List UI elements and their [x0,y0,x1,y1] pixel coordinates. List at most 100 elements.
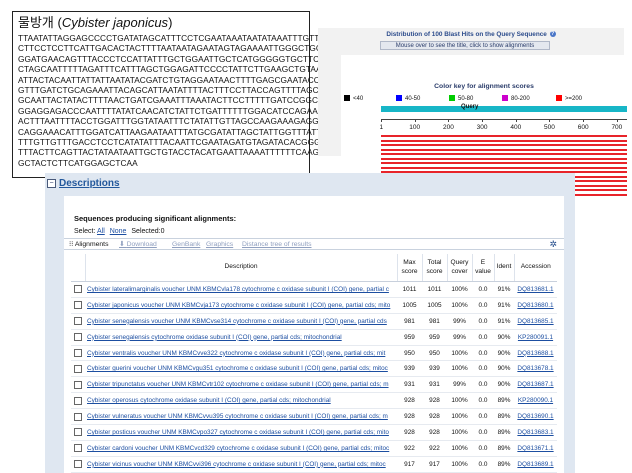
e-value-cell: 0.0 [472,456,494,473]
legend-item: 40-50 [396,95,420,103]
max-score-cell[interactable]: 1011 [397,281,422,298]
select-none-link[interactable]: None [110,228,127,235]
row-checkbox[interactable] [74,333,82,342]
total-score-cell: 928 [422,408,447,426]
row-checkbox[interactable] [74,444,82,453]
max-score-cell[interactable]: 939 [397,360,422,378]
header-ident[interactable]: Ident [493,254,514,282]
sequence-line: TTAATATTAGGAGCCCCTGATATAGCATTTCCTCGAATAA… [18,33,341,43]
accession-cell: DQ813678.1 [514,360,557,378]
description-link[interactable]: Cybister senegalensis voucher UNM KBMCvs… [87,318,387,325]
accession-link[interactable]: KP280090.1 [518,397,553,404]
ident-cell: 91% [494,281,514,298]
header-e-value[interactable]: E value [471,254,494,282]
description-link[interactable]: Cybister ventralis voucher UNM KBMCvve32… [87,350,385,357]
ident-cell: 89% [494,456,514,473]
description-link[interactable]: Cybister senegalensis cytochrome oxidase… [87,334,342,341]
max-score-cell[interactable]: 917 [397,456,422,473]
descriptions-header[interactable]: − Descriptions [45,176,120,190]
row-checkbox[interactable] [74,380,82,389]
sequence-line: GCTACTCTTCATGGAGCTCAA [18,157,138,168]
descriptions-title[interactable]: Descriptions [59,178,120,189]
description-link[interactable]: Cybister guerini voucher UNM KBMCvgu351 … [87,365,388,372]
total-score-cell: 928 [422,424,447,441]
accession-link[interactable]: DQ813683.1 [517,429,553,436]
row-checkbox[interactable] [74,412,82,421]
hit-bar[interactable] [381,153,627,156]
header-description[interactable]: Description [84,254,397,282]
row-checkbox[interactable] [74,428,82,437]
accession-link[interactable]: DQ813689.1 [517,461,553,468]
header-checkbox-col [71,254,85,282]
row-checkbox[interactable] [74,460,82,469]
row-checkbox[interactable] [74,285,82,294]
max-score-cell[interactable]: 928 [397,408,422,426]
hit-bar[interactable] [381,139,627,142]
help-icon[interactable]: ? [549,31,556,38]
description-link[interactable]: Cybister cardoni voucher UNM KBMCvcd329 … [87,445,389,452]
max-score-cell[interactable]: 931 [397,376,422,394]
genbank-link[interactable]: GenBank [172,239,200,251]
row-checkbox[interactable] [74,364,82,373]
legend-swatch [449,95,455,102]
total-score-cell: 928 [422,392,447,410]
alignments-button[interactable]: ⁝⁝ Alignments [69,239,108,251]
description-link[interactable]: Cybister vicinus voucher UNM KBMCvvi396 … [87,461,386,468]
max-score-cell[interactable]: 959 [397,329,422,346]
hit-bar[interactable] [381,166,627,169]
header-max-score[interactable]: Max score [396,254,422,282]
row-checkbox[interactable] [74,317,82,326]
description-link[interactable]: Cybister lateralimarginalis voucher UNM … [87,286,389,293]
collapse-icon[interactable]: − [47,178,56,188]
header-total-score[interactable]: Total score [421,254,447,282]
sequence-text: TTAATATTAGGAGCCCCTGATATAGCATTTCCTCGAATAA… [18,33,358,168]
accession-link[interactable]: DQ813685.1 [517,318,553,325]
hit-bar[interactable] [381,135,627,138]
graphic-hint: Mouse over to see the title, click to sh… [380,41,550,50]
hit-bar[interactable] [381,162,627,165]
description-link[interactable]: Cybister tripunctatus voucher UNM KBMCvt… [87,381,389,388]
max-score-cell[interactable]: 922 [397,440,422,457]
description-cell: Cybister guerini voucher UNM KBMCvgu351 … [85,360,397,378]
max-score-cell[interactable]: 928 [397,424,422,441]
max-score-cell[interactable]: 1005 [397,297,422,314]
gear-icon[interactable]: ✲ [549,240,557,249]
description-link[interactable]: Cybister operosus cytochrome oxidase sub… [87,397,331,404]
accession-link[interactable]: KP280091.1 [518,334,553,341]
max-score-cell[interactable]: 950 [397,345,422,362]
download-button[interactable]: ⬇ Download [119,239,157,251]
row-checkbox[interactable] [74,349,82,357]
total-score-cell: 922 [422,440,447,457]
accession-link[interactable]: DQ813671.1 [517,445,553,452]
axis-tick-label: 500 [544,124,555,131]
header-accession[interactable]: Accession [513,254,557,282]
graphics-link[interactable]: Graphics [206,239,233,251]
hit-bar[interactable] [381,148,627,151]
accession-link[interactable]: DQ813680.1 [517,302,553,309]
description-link[interactable]: Cybister japonicus voucher UNM KBMCvja17… [87,302,390,309]
select-all-link[interactable]: All [97,228,105,235]
max-score-cell[interactable]: 928 [397,392,422,410]
accession-link[interactable]: DQ813690.1 [517,413,553,420]
hit-bar[interactable] [381,144,627,147]
axis-line [381,119,627,120]
row-checkbox[interactable] [74,396,82,405]
description-link[interactable]: Cybister vulneratus voucher UNM KBMCvvu3… [87,413,388,420]
row-checkbox[interactable] [74,301,82,310]
hit-bar[interactable] [381,157,627,160]
header-query-cover[interactable]: Query cover [446,254,472,282]
distance-tree-link[interactable]: Distance tree of results [242,239,312,251]
table-header-row: Description Max score Total score Query … [71,254,557,282]
description-link[interactable]: Cybister posticus voucher UNM KBMCvpo327… [87,429,389,436]
axis-tick-label: 300 [476,124,488,131]
accession-link[interactable]: DQ813678.1 [517,365,553,372]
accession-link[interactable]: DQ813681.1 [517,286,553,293]
accession-link[interactable]: DQ813688.1 [517,350,553,357]
select-bar: Select: All None Selected:0 [74,228,164,235]
e-value-cell: 0.0 [472,392,494,410]
axis-tick [414,119,416,122]
max-score-cell[interactable]: 981 [397,313,422,330]
query-cover-cell: 100% [447,424,472,441]
accession-link[interactable]: DQ813687.1 [517,381,553,388]
axis-tick [482,119,484,122]
